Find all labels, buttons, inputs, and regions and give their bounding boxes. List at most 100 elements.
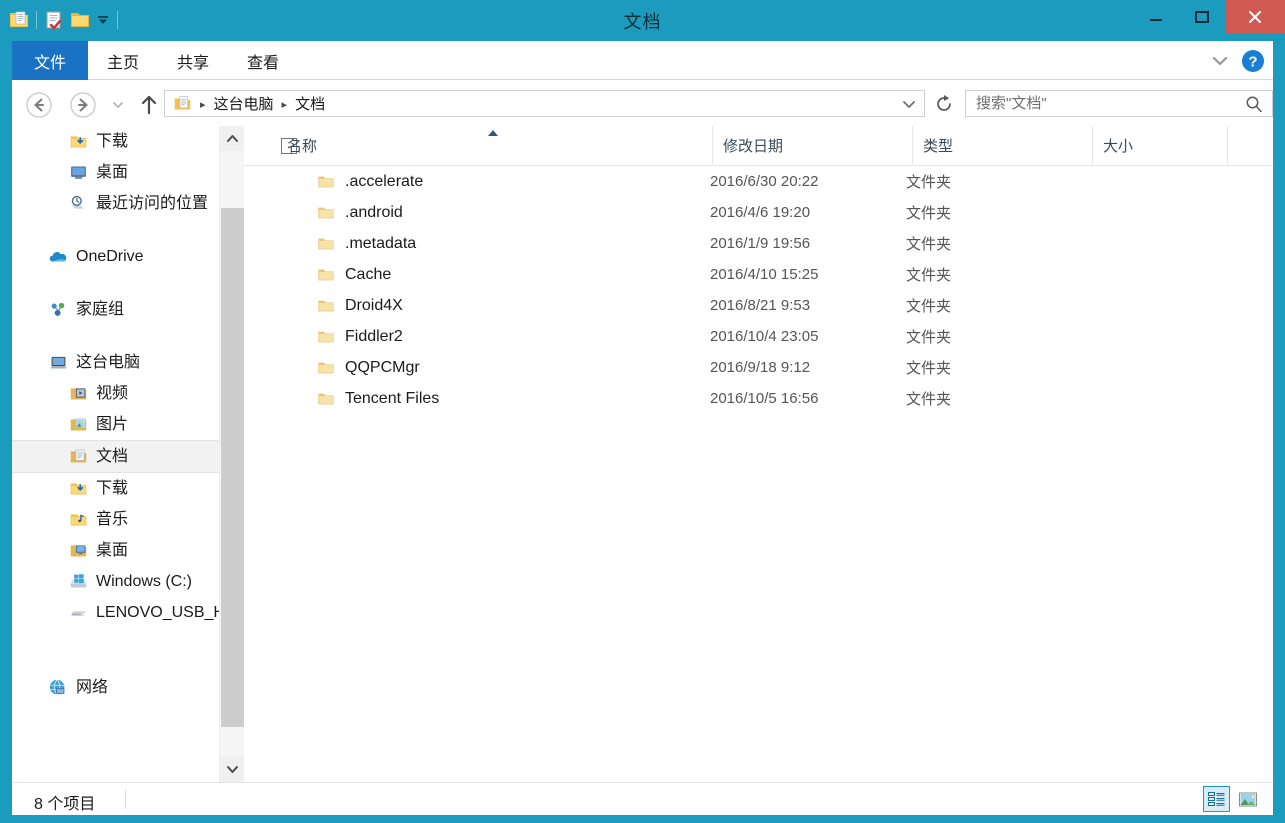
file-name-text: Droid4X [345,296,403,314]
folder-tree: 下载 桌面 最近访问的位置 OneDrive 家庭组 这台电脑 视频 图片 文档… [12,126,219,703]
breadcrumb-this-pc[interactable]: 这台电脑 [211,93,277,114]
file-name-cell[interactable]: Droid4X [317,290,403,321]
file-name-text: .accelerate [345,172,424,190]
item-count-label: 8 个项目 [34,796,96,813]
file-date-cell: 2016/4/6 19:20 [710,204,811,221]
table-row[interactable]: Droid4X 2016/8/21 9:53 文件夹 [244,290,1273,321]
file-name-cell[interactable]: .metadata [317,228,416,259]
back-button[interactable] [24,90,54,120]
folder-icon [317,359,335,377]
sidebar-item-recent-places[interactable]: 最近访问的位置 [12,188,219,219]
breadcrumb-separator-0[interactable]: ▸ [195,98,211,111]
downloads-folder-icon [68,132,88,152]
file-date-cell: 2016/9/18 9:12 [710,359,811,376]
tree-gap-2 [12,272,219,294]
folder-icon [317,297,335,315]
sidebar-item-videos[interactable]: 视频 [12,378,219,409]
tab-share[interactable]: 共享 [158,41,228,80]
table-row[interactable]: Cache 2016/4/10 15:25 文件夹 [244,259,1273,290]
sidebar-item-desktop[interactable]: 桌面 [12,535,219,566]
tab-home[interactable]: 主页 [88,41,158,80]
app-icon [6,7,32,33]
sidebar-label: 视频 [96,384,129,402]
search-box[interactable] [965,90,1273,117]
sidebar-label: Windows (C:) [96,572,193,590]
file-type-cell: 文件夹 [906,360,952,377]
sidebar-label: 图片 [96,415,129,433]
column-header-date-modified[interactable]: 修改日期 [712,126,912,165]
minimize-button[interactable] [1133,0,1179,34]
sidebar-item-music[interactable]: 音乐 [12,504,219,535]
refresh-button[interactable] [930,90,957,117]
forward-button[interactable] [68,90,98,120]
sidebar-item-windows-c[interactable]: Windows (C:) [12,566,219,597]
onedrive-icon [48,247,68,267]
maximize-button[interactable] [1179,0,1225,34]
file-name-cell[interactable]: Cache [317,259,391,290]
sidebar-item-onedrive[interactable]: OneDrive [12,241,219,272]
table-row[interactable]: .android 2016/4/6 19:20 文件夹 [244,197,1273,228]
address-bar[interactable]: ▸ 这台电脑 ▸ 文档 [164,90,925,117]
breadcrumb-separator-1[interactable]: ▸ [277,98,293,111]
table-row[interactable]: .accelerate 2016/6/30 20:22 文件夹 [244,166,1273,197]
sidebar-item-downloads-fav[interactable]: 下载 [12,126,219,157]
table-row[interactable]: .metadata 2016/1/9 19:56 文件夹 [244,228,1273,259]
details-view-button[interactable] [1203,786,1230,812]
column-header-name[interactable]: 名称 [277,126,712,165]
this-pc-icon [48,353,68,373]
file-name-cell[interactable]: .android [317,197,403,228]
file-name-cell[interactable]: QQPCMgr [317,352,420,383]
column-header-type[interactable]: 类型 [912,126,1092,165]
address-dropdown-chevron-down-icon[interactable] [900,91,918,116]
svg-text:?: ? [1248,53,1257,70]
sidebar-item-homegroup[interactable]: 家庭组 [12,294,219,325]
sidebar-label: 网络 [76,678,109,696]
properties-icon[interactable] [41,7,67,33]
file-name-cell[interactable]: Tencent Files [317,383,439,414]
file-name-text: Fiddler2 [345,327,403,345]
help-icon[interactable]: ? [1241,49,1265,73]
file-date-cell: 2016/8/21 9:53 [710,297,811,314]
column-header-size[interactable]: 大小 [1092,126,1227,165]
sidebar-label: 音乐 [96,510,129,528]
close-button[interactable] [1225,0,1285,34]
search-icon[interactable] [1244,94,1264,114]
sidebar-label: 文档 [96,447,129,465]
search-input[interactable] [976,95,1234,112]
sidebar-item-desktop-fav[interactable]: 桌面 [12,157,219,188]
content-area: 下载 桌面 最近访问的位置 OneDrive 家庭组 这台电脑 视频 图片 文档… [12,126,1273,782]
table-row[interactable]: Fiddler2 2016/10/4 23:05 文件夹 [244,321,1273,352]
new-folder-icon[interactable] [67,7,93,33]
tab-file[interactable]: 文件 [12,41,89,80]
scroll-down-button[interactable] [220,757,245,782]
table-row[interactable]: Tencent Files 2016/10/5 16:56 文件夹 [244,383,1273,414]
scroll-up-button[interactable] [220,126,245,151]
breadcrumb-folder-icon [173,94,192,113]
scrollbar-thumb[interactable] [221,208,244,727]
file-name-text: .metadata [345,234,417,252]
network-icon [48,678,68,698]
sidebar-item-downloads[interactable]: 下载 [12,473,219,504]
large-icons-view-button[interactable] [1234,786,1261,812]
up-button[interactable] [134,90,164,120]
file-name-cell[interactable]: Fiddler2 [317,321,403,352]
pictures-folder-icon [68,415,88,435]
recent-locations-chevron-down-icon[interactable] [108,90,128,120]
file-name-cell[interactable]: .accelerate [317,166,423,197]
customize-qat-caret-icon[interactable] [93,8,113,32]
column-header-extra[interactable] [1227,126,1273,165]
sidebar-item-lenovo-usb[interactable]: LENOVO_USB_H [12,597,219,628]
desktop-folder-icon [68,541,88,561]
file-date-cell: 2016/10/5 16:56 [710,390,819,407]
breadcrumb-documents[interactable]: 文档 [292,93,328,114]
table-row[interactable]: QQPCMgr 2016/9/18 9:12 文件夹 [244,352,1273,383]
navigation-pane-scrollbar[interactable] [219,126,245,782]
expand-ribbon-chevron-down-icon[interactable] [1207,48,1233,74]
sidebar-item-pictures[interactable]: 图片 [12,409,219,440]
sidebar-item-this-pc[interactable]: 这台电脑 [12,347,219,378]
sidebar-item-documents[interactable]: 文档 [12,440,219,473]
homegroup-icon [48,300,68,320]
sidebar-label: 最近访问的位置 [96,194,209,212]
sidebar-item-network[interactable]: 网络 [12,672,219,703]
tab-view[interactable]: 查看 [228,41,298,80]
